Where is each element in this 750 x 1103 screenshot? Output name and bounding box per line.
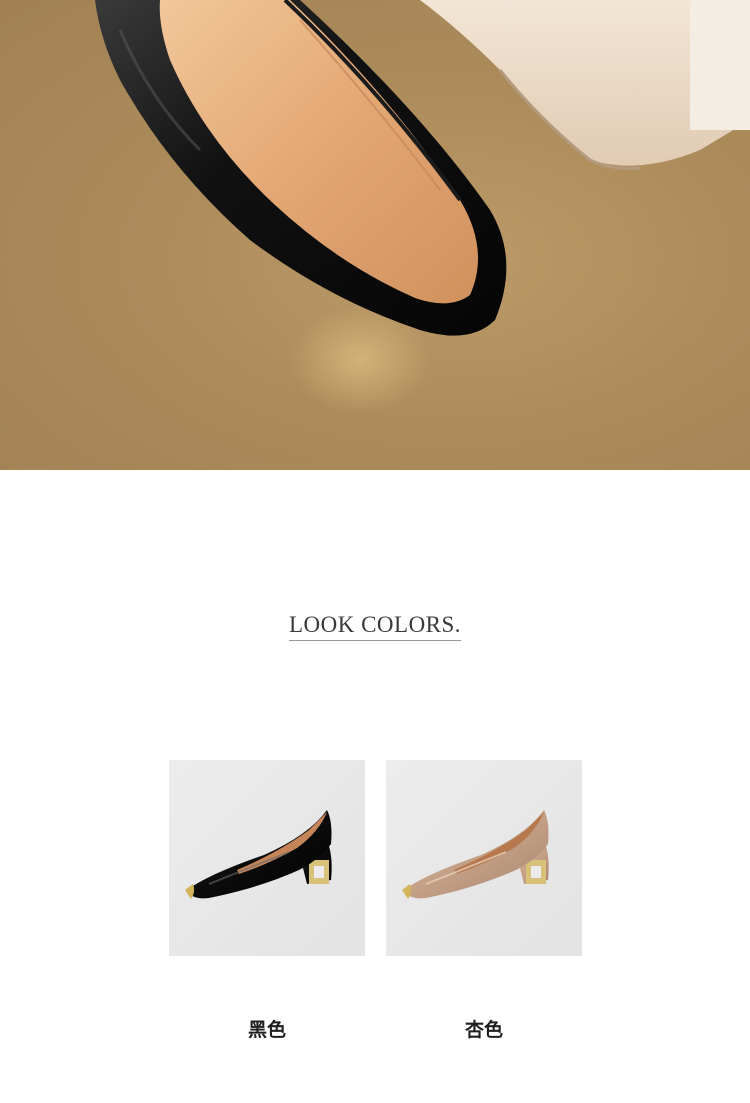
black-pump-icon bbox=[185, 810, 332, 899]
swatch-label-black: 黑色 bbox=[247, 1019, 286, 1041]
black-pump-image[interactable] bbox=[169, 760, 365, 956]
section-title: LOOK COLORS. bbox=[288, 612, 462, 641]
swatch-label-apricot: 杏色 bbox=[464, 1019, 503, 1041]
apricot-pump-icon bbox=[402, 810, 549, 899]
hero-shoe-illustration bbox=[0, 0, 750, 470]
apricot-pump-image[interactable] bbox=[386, 760, 582, 956]
hero-photo bbox=[0, 0, 750, 470]
